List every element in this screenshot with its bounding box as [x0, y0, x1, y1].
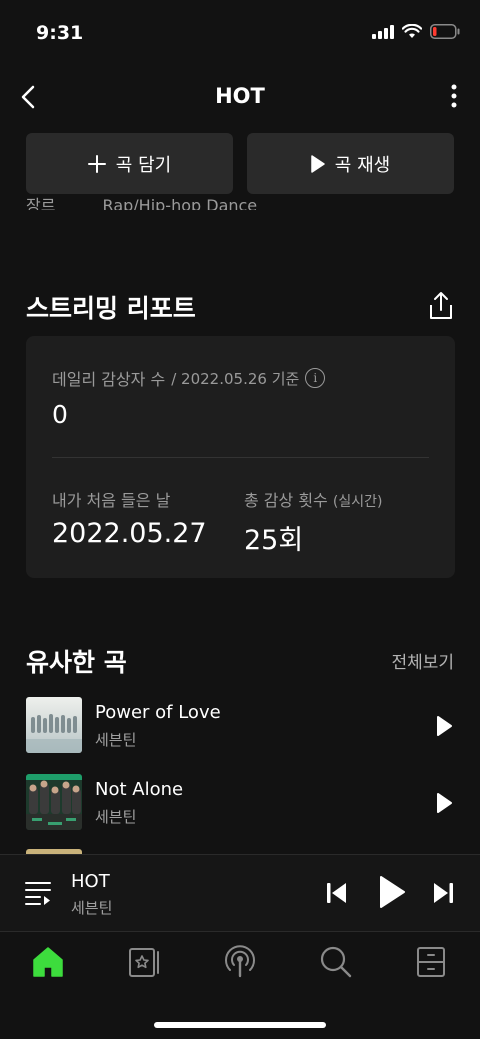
streaming-report-title: 스트리밍 리포트 — [26, 294, 196, 323]
play-icon — [437, 793, 452, 813]
page-title: HOT — [215, 84, 265, 108]
tab-search[interactable] — [318, 944, 354, 980]
skip-next-icon — [434, 883, 453, 903]
total-plays-label: 총 감상 횟수 (실시간) — [244, 487, 382, 511]
skip-previous-icon — [327, 883, 346, 903]
track-play-button[interactable] — [434, 715, 454, 737]
track-title: Power of Love — [95, 702, 221, 723]
home-icon — [33, 947, 63, 977]
battery-low-icon — [430, 24, 460, 39]
share-icon — [430, 292, 452, 319]
list-item[interactable]: Power of Love 세븐틴 — [26, 697, 454, 754]
total-plays-value: 25회 — [244, 525, 304, 556]
play-icon — [311, 154, 325, 173]
track-artist: 세븐틴 — [95, 731, 137, 749]
daily-listeners-date: / 2022.05.26 기준 — [171, 369, 300, 388]
home-indicator — [154, 1022, 326, 1028]
see-all-link[interactable]: 전체보기 — [391, 648, 454, 673]
more-options-button[interactable] — [444, 82, 464, 112]
total-plays-text: 총 감상 횟수 — [244, 491, 328, 510]
track-play-button[interactable] — [434, 792, 454, 814]
action-row: 곡 담기 곡 재생 — [26, 133, 454, 194]
first-listen-label: 내가 처음 들은 날 — [52, 491, 171, 510]
share-button[interactable] — [426, 290, 456, 322]
status-time: 9:31 — [36, 22, 84, 44]
tab-radio[interactable] — [222, 944, 258, 980]
tab-library[interactable] — [126, 944, 162, 980]
similar-songs-title: 유사한 곡 — [26, 648, 127, 677]
tab-storage[interactable] — [413, 944, 449, 980]
status-bar: 9:31 — [0, 0, 480, 70]
list-item[interactable]: Not Alone 세븐틴 — [26, 774, 454, 831]
add-to-playlist-button[interactable]: 곡 담기 — [26, 133, 233, 194]
genre-label: 장르 — [26, 196, 56, 210]
genre-value: Rap/Hip-hop Dance — [102, 196, 258, 210]
library-star-icon — [129, 948, 159, 977]
divider — [52, 457, 429, 458]
play-button[interactable] — [378, 875, 406, 909]
playlist-queue-button[interactable] — [24, 880, 52, 906]
wifi-icon — [402, 24, 422, 38]
more-vertical-icon — [451, 84, 457, 108]
drawer-icon — [417, 947, 445, 977]
first-listen-value: 2022.05.27 — [52, 518, 207, 549]
track-artist: 세븐틴 — [95, 808, 137, 826]
podcast-icon — [225, 945, 255, 978]
add-to-playlist-label: 곡 담기 — [115, 154, 172, 176]
nav-header: HOT — [0, 70, 480, 126]
tab-home[interactable] — [30, 944, 66, 980]
info-icon[interactable]: i — [305, 368, 326, 388]
play-icon — [380, 876, 405, 908]
next-button[interactable] — [432, 881, 454, 905]
track-title: Not Alone — [95, 779, 184, 800]
now-playing-title: HOT — [71, 871, 110, 892]
mini-player[interactable]: HOT 세븐틴 — [0, 854, 480, 932]
daily-listeners-text: 데일리 감상자 수 — [52, 370, 166, 389]
now-playing-artist: 세븐틴 — [71, 899, 113, 917]
cellular-signal-icon — [372, 24, 394, 39]
play-song-button[interactable]: 곡 재생 — [247, 133, 454, 194]
status-icons — [372, 24, 460, 39]
daily-listeners-label: 데일리 감상자 수 / 2022.05.26 기준 i — [52, 366, 326, 390]
streaming-report-card: 데일리 감상자 수 / 2022.05.26 기준 i 0 내가 처음 들은 날… — [26, 336, 455, 578]
previous-button[interactable] — [326, 881, 348, 905]
album-art — [26, 697, 82, 753]
album-art — [26, 774, 82, 830]
search-icon — [320, 946, 352, 978]
total-plays-note: (실시간) — [332, 494, 383, 510]
daily-listeners-value: 0 — [52, 400, 68, 429]
playlist-icon — [25, 882, 51, 905]
play-icon — [437, 716, 452, 736]
tab-bar — [0, 932, 480, 1039]
plus-icon — [87, 154, 106, 173]
play-song-label: 곡 재생 — [334, 154, 391, 176]
